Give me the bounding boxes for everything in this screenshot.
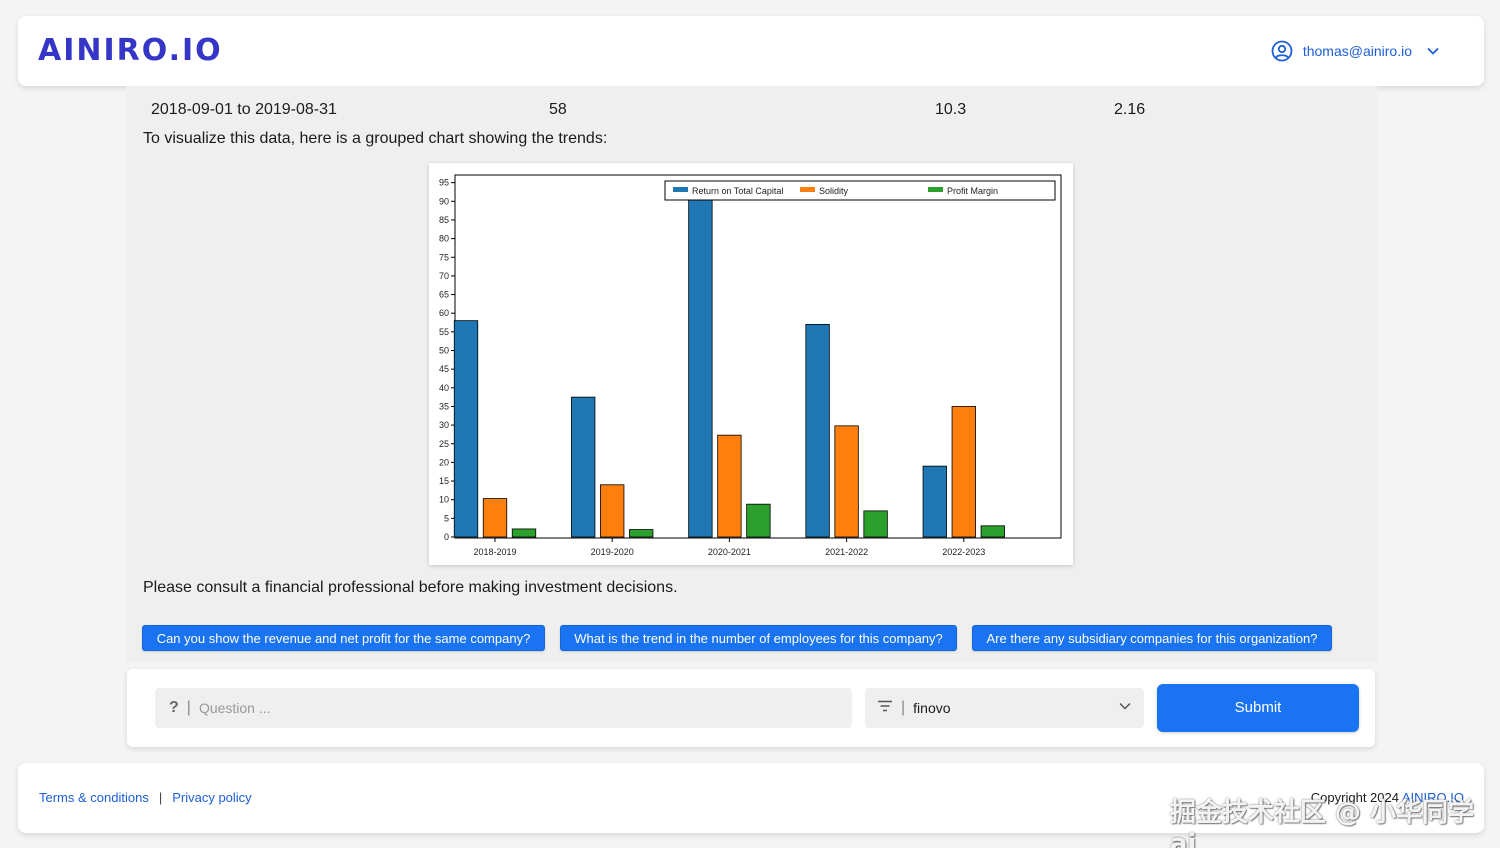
y-tick-label: 60 [439, 308, 449, 318]
y-tick-label: 65 [439, 290, 449, 300]
terms-link[interactable]: Terms & conditions [39, 790, 149, 805]
x-tick-label: 2020-2021 [708, 547, 751, 557]
bar [600, 484, 625, 538]
disclaimer-text: Please consult a financial professional … [143, 579, 678, 596]
user-circle-icon [1271, 40, 1293, 62]
bar [482, 498, 508, 538]
chevron-down-icon [1426, 44, 1440, 58]
bar [834, 425, 859, 538]
bar [571, 396, 596, 538]
footer-links: Terms & conditions | Privacy policy [39, 790, 252, 805]
table-cell-margin: 2.16 [1114, 101, 1146, 118]
y-tick-label: 55 [439, 327, 449, 337]
y-tick-label: 5 [444, 513, 449, 523]
legend-label: Return on Total Capital [692, 186, 783, 196]
table-cell-solidity: 10.3 [935, 101, 967, 118]
legend-label: Profit Margin [947, 186, 998, 196]
y-tick-label: 75 [439, 252, 449, 262]
table-cell-period: 2018-09-01 to 2019-08-31 [151, 101, 337, 118]
bar [717, 434, 742, 538]
y-tick-label: 95 [439, 178, 449, 188]
x-tick-label: 2018-2019 [473, 547, 516, 557]
x-tick-label: 2019-2020 [591, 547, 634, 557]
y-tick-label: 70 [439, 271, 449, 281]
chart-intro-text: To visualize this data, here is a groupe… [143, 130, 608, 147]
watermark: 掘金技术社区 @ 小华同学ai [1170, 798, 1475, 848]
suggestion-button-subsidiaries[interactable]: Are there any subsidiary companies for t… [972, 625, 1332, 651]
chevron-down-icon [1118, 699, 1132, 718]
y-tick-label: 40 [439, 383, 449, 393]
table-cell-return: 58 [549, 101, 567, 118]
y-tick-label: 0 [444, 532, 449, 542]
submit-button[interactable]: Submit [1157, 684, 1359, 732]
y-tick-label: 20 [439, 457, 449, 467]
bar [511, 528, 537, 538]
footer-divider: | [158, 790, 163, 805]
y-tick-label: 30 [439, 420, 449, 430]
y-tick-label: 10 [439, 495, 449, 505]
bar [805, 323, 830, 538]
suggestion-button-revenue[interactable]: Can you show the revenue and net profit … [142, 625, 545, 651]
question-input[interactable] [198, 688, 852, 728]
user-email: thomas@ainiro.io [1302, 43, 1412, 59]
chart-card: 0 5 10 15 20 25 30 35 40 45 50 55 60 65 70 75 80 85 90 95 20… [429, 163, 1073, 565]
y-tick-label: 15 [439, 476, 449, 486]
y-tick-label: 45 [439, 364, 449, 374]
x-tick-label: 2021-2022 [825, 547, 868, 557]
logo[interactable]: AINIRO.IO [38, 36, 223, 66]
dataset-select[interactable]: | finovo [865, 688, 1144, 728]
user-menu[interactable]: thomas@ainiro.io [1271, 40, 1440, 62]
question-mark-icon: ? [169, 699, 179, 716]
bar [688, 189, 713, 538]
select-value: finovo [913, 700, 951, 716]
y-tick-label: 90 [439, 196, 449, 206]
bar [980, 525, 1005, 538]
y-tick-label: 35 [439, 401, 449, 411]
x-tick-label: 2022-2023 [942, 547, 985, 557]
filter-icon [877, 699, 893, 718]
legend-swatch [673, 187, 688, 192]
legend-swatch [800, 187, 815, 192]
bar [629, 529, 654, 538]
y-tick-label: 85 [439, 215, 449, 225]
grouped-bar-chart: 0 5 10 15 20 25 30 35 40 45 50 55 60 65 70 75 80 85 90 95 20… [439, 174, 1062, 557]
bar [922, 465, 947, 538]
legend-label: Solidity [819, 186, 849, 196]
privacy-link[interactable]: Privacy policy [172, 790, 251, 805]
select-divider: | [901, 699, 906, 716]
legend-swatch [928, 187, 943, 192]
y-tick-label: 50 [439, 346, 449, 356]
suggestion-button-employees[interactable]: What is the trend in the number of emplo… [560, 625, 957, 651]
y-tick-label: 80 [439, 234, 449, 244]
bar [453, 320, 479, 538]
bar [951, 406, 976, 538]
field-divider: | [186, 699, 191, 716]
y-tick-label: 25 [439, 439, 449, 449]
header: AINIRO.IO thomas@ainiro.io [18, 16, 1484, 86]
bar [863, 510, 888, 538]
question-field[interactable]: ? | [155, 688, 852, 728]
bar [746, 503, 771, 538]
